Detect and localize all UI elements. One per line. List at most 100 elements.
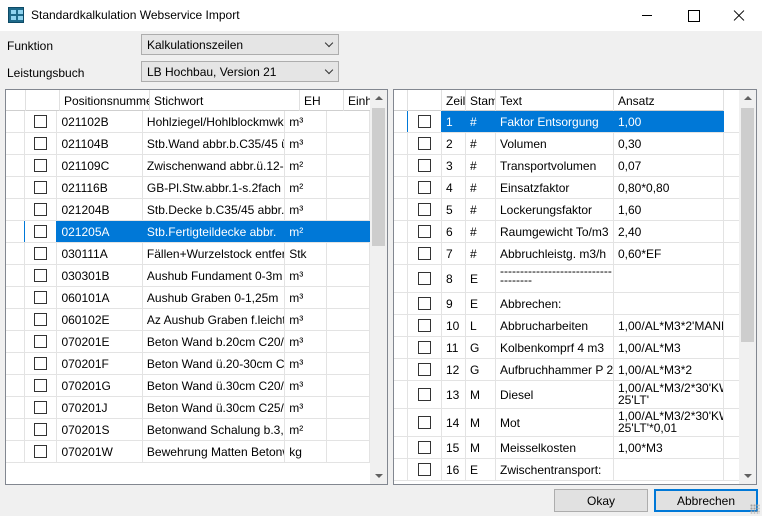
checkbox[interactable]	[34, 313, 48, 326]
table-row[interactable]: 021205A Stb.Fertigteildecke abbr. m²	[6, 221, 370, 243]
select-cell[interactable]	[408, 381, 442, 408]
select-cell[interactable]	[25, 265, 58, 286]
select-cell[interactable]	[408, 437, 442, 458]
scrollbar-thumb[interactable]	[741, 108, 754, 342]
checkbox[interactable]	[34, 445, 48, 458]
select-cell[interactable]	[408, 265, 442, 292]
resize-grip-icon[interactable]	[750, 504, 760, 514]
select-cell[interactable]	[408, 155, 442, 176]
select-cell[interactable]	[408, 177, 442, 198]
select-cell[interactable]	[408, 221, 442, 242]
column-header[interactable]: EH	[300, 90, 344, 111]
table-row[interactable]: 021204B Stb.Decke b.C35/45 abbr. m³	[6, 199, 370, 221]
table-row[interactable]: 3 # Transportvolumen 0,07	[394, 155, 739, 177]
checkbox[interactable]	[34, 335, 48, 348]
row-header[interactable]	[394, 177, 408, 198]
select-cell[interactable]	[408, 315, 442, 336]
row-header[interactable]	[394, 199, 408, 220]
table-row[interactable]: 060102EAz Aushub Graben f.leichte...m³	[6, 309, 370, 331]
row-header[interactable]	[394, 243, 408, 264]
checkbox[interactable]	[34, 423, 48, 436]
checkbox[interactable]	[418, 159, 431, 172]
positions-scrollbar[interactable]	[370, 90, 387, 484]
select-cell[interactable]	[25, 133, 58, 154]
checkbox[interactable]	[418, 341, 431, 354]
column-header[interactable]	[26, 90, 60, 111]
row-header[interactable]	[6, 419, 26, 440]
column-header[interactable]: Stichwort	[150, 90, 300, 111]
select-cell[interactable]	[25, 111, 58, 132]
checkbox[interactable]	[34, 357, 48, 370]
table-row[interactable]: 021102BHohlziegel/Hohlblockmwk.a...m³	[6, 111, 370, 133]
checkbox[interactable]	[418, 363, 431, 376]
select-cell[interactable]	[25, 419, 58, 440]
row-header[interactable]	[394, 437, 408, 458]
table-row[interactable]: 030301B Aushub Fundament 0-3m m³	[6, 265, 370, 287]
row-header[interactable]	[394, 359, 408, 380]
positions-grid[interactable]: Positionsnummer Stichwort EH Einheit 021102…	[5, 89, 388, 485]
row-header[interactable]	[6, 265, 26, 286]
row-header[interactable]	[394, 221, 408, 242]
select-cell[interactable]	[25, 441, 58, 462]
column-header[interactable]: Stam	[466, 90, 496, 111]
checkbox[interactable]	[34, 115, 48, 128]
select-cell[interactable]	[25, 243, 58, 264]
checkbox[interactable]	[34, 269, 48, 282]
table-row[interactable]: 070201E Beton Wand b.20cm C20/2... m³	[6, 331, 370, 353]
select-cell[interactable]	[408, 243, 442, 264]
row-header[interactable]	[394, 459, 408, 480]
column-header[interactable]	[408, 90, 442, 111]
row-header[interactable]	[6, 353, 26, 374]
table-row[interactable]: 070201G Beton Wand ü.30cm C20/2... m³	[6, 375, 370, 397]
table-row[interactable]: 15 M Meisselkosten 1,00*M3	[394, 437, 739, 459]
scroll-down-icon[interactable]	[370, 467, 387, 484]
column-header[interactable]: ZeileN	[442, 90, 466, 111]
close-icon[interactable]	[716, 0, 762, 31]
select-cell[interactable]	[408, 409, 442, 436]
select-cell[interactable]	[25, 199, 58, 220]
table-row[interactable]: 070201FBeton Wand ü.20-30cm C2...m³	[6, 353, 370, 375]
row-header[interactable]	[6, 221, 26, 242]
checkbox[interactable]	[418, 137, 431, 150]
table-row[interactable]: 16 E Zwischentransport:	[394, 459, 739, 481]
abbrechen-button[interactable]: Abbrechen	[654, 489, 758, 512]
scroll-up-icon[interactable]	[739, 90, 756, 107]
table-row[interactable]: 4 # Einsatzfaktor 0,80*0,80	[394, 177, 739, 199]
row-header[interactable]	[6, 375, 26, 396]
select-cell[interactable]	[408, 359, 442, 380]
row-header[interactable]	[394, 409, 408, 436]
leistungsbuch-select[interactable]: LB Hochbau, Version 21	[141, 61, 339, 82]
select-cell[interactable]	[25, 397, 58, 418]
row-header[interactable]	[6, 199, 26, 220]
table-row[interactable]: 030111AFällen+Wurzelstock entfern...Stk	[6, 243, 370, 265]
scroll-up-icon[interactable]	[370, 90, 387, 107]
checkbox[interactable]	[418, 272, 431, 285]
table-row[interactable]: 11 G Kolbenkomprf 4 m3 1,00/AL*M3	[394, 337, 739, 359]
select-cell[interactable]	[408, 199, 442, 220]
minimize-icon[interactable]	[624, 0, 670, 31]
checkbox[interactable]	[34, 137, 48, 150]
table-row[interactable]: 8 E ------------------------------------	[394, 265, 739, 293]
checkbox[interactable]	[418, 115, 431, 128]
checkbox[interactable]	[34, 159, 48, 172]
row-header[interactable]	[394, 381, 408, 408]
table-row[interactable]: 9 E Abbrechen:	[394, 293, 739, 315]
checkbox[interactable]	[34, 379, 48, 392]
row-header[interactable]	[6, 441, 26, 462]
row-header[interactable]	[394, 133, 408, 154]
scroll-down-icon[interactable]	[739, 467, 756, 484]
table-row[interactable]: 6 # Raumgewicht To/m3 2,40	[394, 221, 739, 243]
select-cell[interactable]	[25, 221, 58, 242]
select-cell[interactable]	[25, 375, 58, 396]
okay-button[interactable]: Okay	[554, 489, 648, 512]
column-header[interactable]: Positionsnummer	[60, 90, 150, 111]
checkbox[interactable]	[34, 203, 48, 216]
row-header[interactable]	[394, 155, 408, 176]
table-row[interactable]: 021104BStb.Wand abbr.b.C35/45 ü....m³	[6, 133, 370, 155]
kalkulation-scrollbar[interactable]	[739, 90, 756, 484]
checkbox[interactable]	[418, 225, 431, 238]
row-header[interactable]	[394, 337, 408, 358]
select-cell[interactable]	[25, 287, 58, 308]
table-row[interactable]: 070201W Bewehrung Matten Betonw... kg	[6, 441, 370, 463]
scrollbar-thumb[interactable]	[372, 108, 385, 246]
